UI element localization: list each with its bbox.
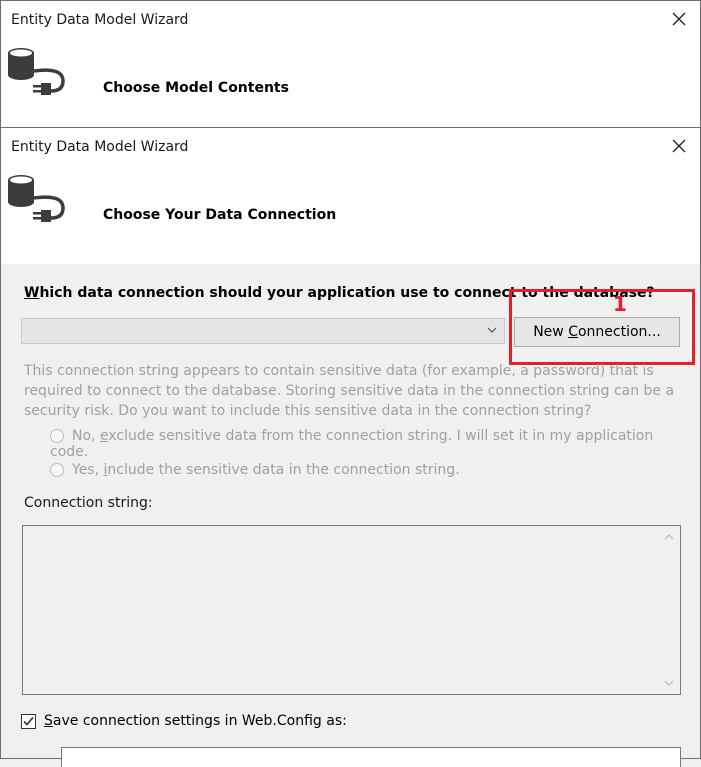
save-settings-checkbox[interactable] [21,713,36,729]
radio-text-pre: Yes, [72,462,104,478]
sensitive-data-description: This connection string appears to contai… [24,363,675,419]
page-subtitle: Choose Model Contents [103,80,289,96]
connection-string-textbox[interactable] [22,525,681,695]
scroll-up-icon[interactable] [664,532,674,542]
database-plug-icon [8,48,65,95]
close-icon[interactable] [670,10,688,28]
radio-exclude-sensitive[interactable]: No, exclude sensitive data from the conn… [50,428,670,460]
radio-button[interactable] [50,429,64,443]
annotation-number: 1 [613,292,627,316]
chevron-down-icon [487,327,497,333]
scroll-down-icon[interactable] [664,678,674,688]
connection-string-label: Connection string: [24,495,153,511]
window-title: Entity Data Model Wizard [11,12,189,28]
checkmark-icon [23,716,34,726]
webconfig-name-input[interactable] [61,747,681,767]
radio-text-post: xclude sensitive data from the connectio… [50,428,654,460]
page-subtitle: Choose Your Data Connection [103,207,337,223]
connection-dropdown[interactable] [21,318,505,344]
wizard-window-back: Entity Data Model Wizard Choose Model Co… [0,0,701,128]
accel-key: W [24,285,40,301]
wizard-window: Entity Data Model Wizard Choose Your Dat… [0,127,701,767]
database-plug-icon [8,175,65,222]
save-settings-label: ave connection settings in Web.Config as… [52,713,347,729]
annotation-highlight-box [509,289,695,365]
radio-text-pre: No, [72,428,100,444]
radio-include-sensitive[interactable]: Yes, include the sensitive data in the c… [50,462,670,478]
radio-button[interactable] [50,463,64,477]
close-icon[interactable] [670,137,688,155]
accel-key: S [44,713,53,729]
save-settings-checkbox-row[interactable]: Save connection settings in Web.Config a… [21,713,347,729]
radio-text-post: nclude the sensitive data in the connect… [107,462,460,478]
window-title: Entity Data Model Wizard [11,139,189,155]
